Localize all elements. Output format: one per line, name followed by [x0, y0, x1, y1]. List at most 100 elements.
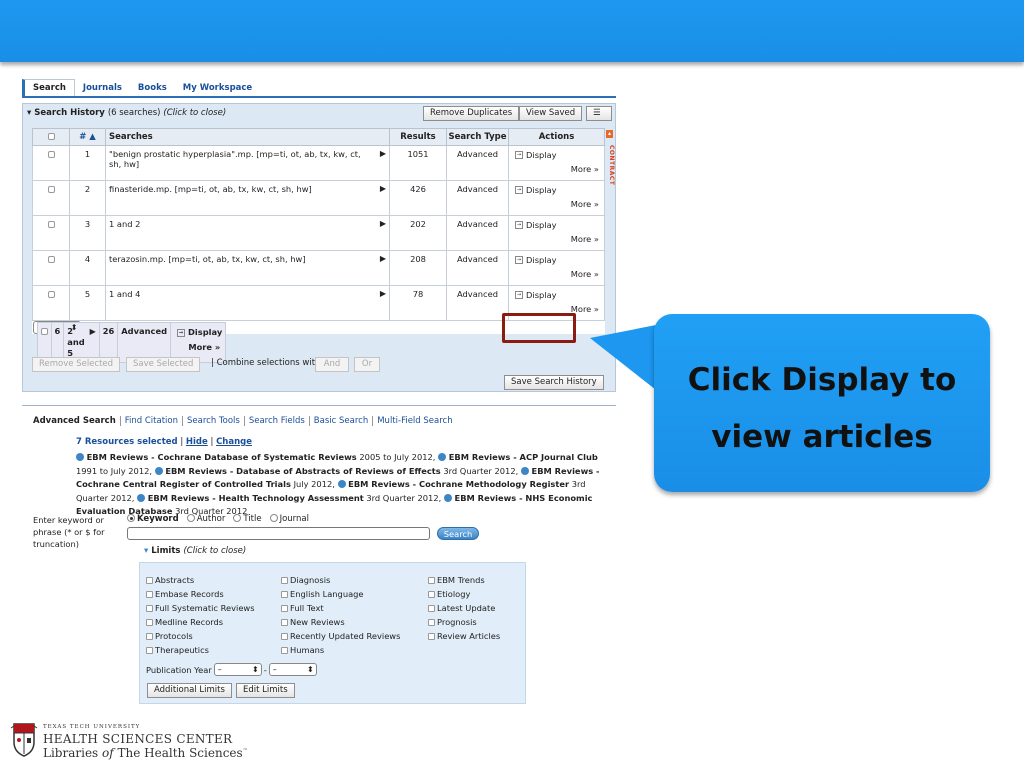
limit-option[interactable]: Recently Updated Reviews [281, 629, 400, 643]
limit-option[interactable]: English Language [281, 587, 400, 601]
row-results[interactable]: 1051 [389, 145, 447, 181]
link-advanced-search[interactable]: Advanced Search [33, 416, 121, 426]
additional-limits-button[interactable]: Additional Limits [147, 683, 232, 698]
remove-selected-button[interactable]: Remove Selected [32, 357, 121, 372]
tab-books[interactable]: Books [130, 80, 175, 96]
search-button[interactable]: Search [437, 527, 479, 540]
radio-icon[interactable] [127, 514, 135, 522]
row-checkbox[interactable] [40, 328, 48, 335]
info-icon[interactable] [76, 453, 84, 461]
radio-icon[interactable] [269, 514, 278, 522]
row-select-cell[interactable] [32, 215, 70, 251]
limit-checkbox[interactable] [146, 619, 153, 626]
limit-checkbox[interactable] [281, 605, 288, 612]
limit-option[interactable]: New Reviews [281, 615, 400, 629]
limit-checkbox[interactable] [281, 633, 288, 640]
limit-checkbox[interactable] [428, 633, 435, 640]
limit-checkbox[interactable] [428, 591, 435, 598]
limit-option[interactable]: Prognosis [428, 615, 500, 629]
row-select-cell[interactable] [32, 285, 70, 321]
expand-triangle-icon[interactable]: ▶ [380, 219, 386, 228]
tab-journals[interactable]: Journals [75, 80, 130, 96]
link-find-citation[interactable]: Find Citation [121, 416, 183, 426]
pub-year-to-select[interactable]: – [268, 663, 317, 676]
limit-option[interactable]: Etiology [428, 587, 500, 601]
view-saved-button[interactable]: View Saved [519, 106, 583, 121]
radio-icon[interactable] [233, 514, 242, 522]
limit-option[interactable]: Medline Records [146, 615, 255, 629]
display-action[interactable]: → Display [512, 150, 601, 160]
more-link[interactable]: More » [512, 234, 601, 244]
limit-checkbox[interactable] [281, 591, 288, 598]
limit-checkbox[interactable] [146, 605, 153, 612]
limit-checkbox[interactable] [428, 619, 435, 626]
expand-triangle-icon[interactable]: ▶ [380, 149, 386, 158]
edit-limits-button[interactable]: Edit Limits [236, 683, 295, 698]
expand-triangle-icon[interactable]: ▶ [90, 326, 96, 337]
remove-duplicates-button[interactable]: Remove Duplicates [423, 106, 520, 121]
display-label[interactable]: Display [526, 185, 557, 195]
display-label[interactable]: Display [526, 220, 557, 230]
limit-option[interactable]: Review Articles [428, 629, 500, 643]
row-select-cell[interactable] [32, 250, 70, 286]
hide-link[interactable]: Hide [186, 437, 208, 447]
link-search-fields[interactable]: Search Fields [245, 416, 310, 426]
info-icon[interactable] [337, 480, 346, 488]
limit-checkbox[interactable] [428, 605, 435, 612]
expand-triangle-icon[interactable]: ▶ [380, 289, 386, 298]
more-link[interactable]: More » [174, 342, 222, 353]
search-history-toggle[interactable]: (Click to close) [163, 108, 226, 118]
limit-option[interactable]: Latest Update [428, 601, 500, 615]
row-checkbox[interactable] [47, 151, 55, 158]
search-history-header[interactable]: ▾ Search History (6 searches) (Click to … [27, 108, 226, 118]
and-button[interactable]: And [315, 357, 349, 372]
limit-option[interactable]: Therapeutics [146, 643, 255, 657]
limit-checkbox[interactable] [281, 577, 288, 584]
option-journal[interactable]: Journal [269, 514, 309, 524]
limit-option[interactable]: Protocols [146, 629, 255, 643]
row-checkbox[interactable] [47, 256, 55, 263]
limit-option[interactable]: Full Systematic Reviews [146, 601, 255, 615]
save-selected-button[interactable]: Save Selected [126, 357, 201, 372]
limit-option[interactable]: Humans [281, 643, 400, 657]
link-basic-search[interactable]: Basic Search [310, 416, 374, 426]
select-all-header[interactable] [32, 128, 70, 146]
more-link[interactable]: More » [512, 199, 601, 209]
select-all-checkbox[interactable] [47, 133, 55, 140]
save-search-history-button[interactable]: Save Search History [504, 375, 604, 390]
more-link[interactable]: More » [512, 269, 601, 279]
display-action[interactable]: → Display [512, 185, 601, 195]
limits-header[interactable]: ▾ Limits (Click to close) [144, 546, 246, 556]
more-link[interactable]: More » [512, 164, 601, 174]
row-select-cell[interactable] [32, 180, 70, 216]
row-checkbox[interactable] [47, 221, 55, 228]
row-results[interactable]: 78 [389, 285, 447, 321]
limit-option[interactable]: Abstracts [146, 573, 255, 587]
limit-checkbox[interactable] [281, 647, 288, 654]
display-action[interactable]: → Display [512, 220, 601, 230]
display-action[interactable]: → Display [512, 255, 601, 265]
limit-option[interactable]: Full Text [281, 601, 400, 615]
limit-option[interactable]: Embase Records [146, 587, 255, 601]
display-label[interactable]: Display [526, 150, 557, 160]
info-icon[interactable] [443, 493, 452, 502]
radio-icon[interactable] [186, 514, 195, 522]
row-checkbox[interactable] [47, 186, 55, 193]
pub-year-from-select[interactable]: – [213, 663, 262, 676]
limit-checkbox[interactable] [428, 577, 435, 584]
option-author[interactable]: Author [186, 514, 225, 524]
info-icon[interactable] [438, 453, 447, 461]
row-checkbox[interactable] [47, 291, 55, 298]
num-column-header[interactable]: # ▲ [69, 128, 106, 146]
display-label[interactable]: Display [526, 290, 557, 300]
link-search-tools[interactable]: Search Tools [183, 416, 245, 426]
or-button[interactable]: Or [354, 357, 380, 372]
limit-option[interactable]: Diagnosis [281, 573, 400, 587]
display-action[interactable]: → Display [512, 290, 601, 300]
limit-checkbox[interactable] [146, 591, 153, 598]
info-icon[interactable] [137, 493, 146, 502]
link-multi-field-search[interactable]: Multi-Field Search [373, 416, 456, 426]
limit-checkbox[interactable] [146, 577, 153, 584]
tab-my-workspace[interactable]: My Workspace [175, 80, 260, 96]
limit-option[interactable]: EBM Trends [428, 573, 500, 587]
